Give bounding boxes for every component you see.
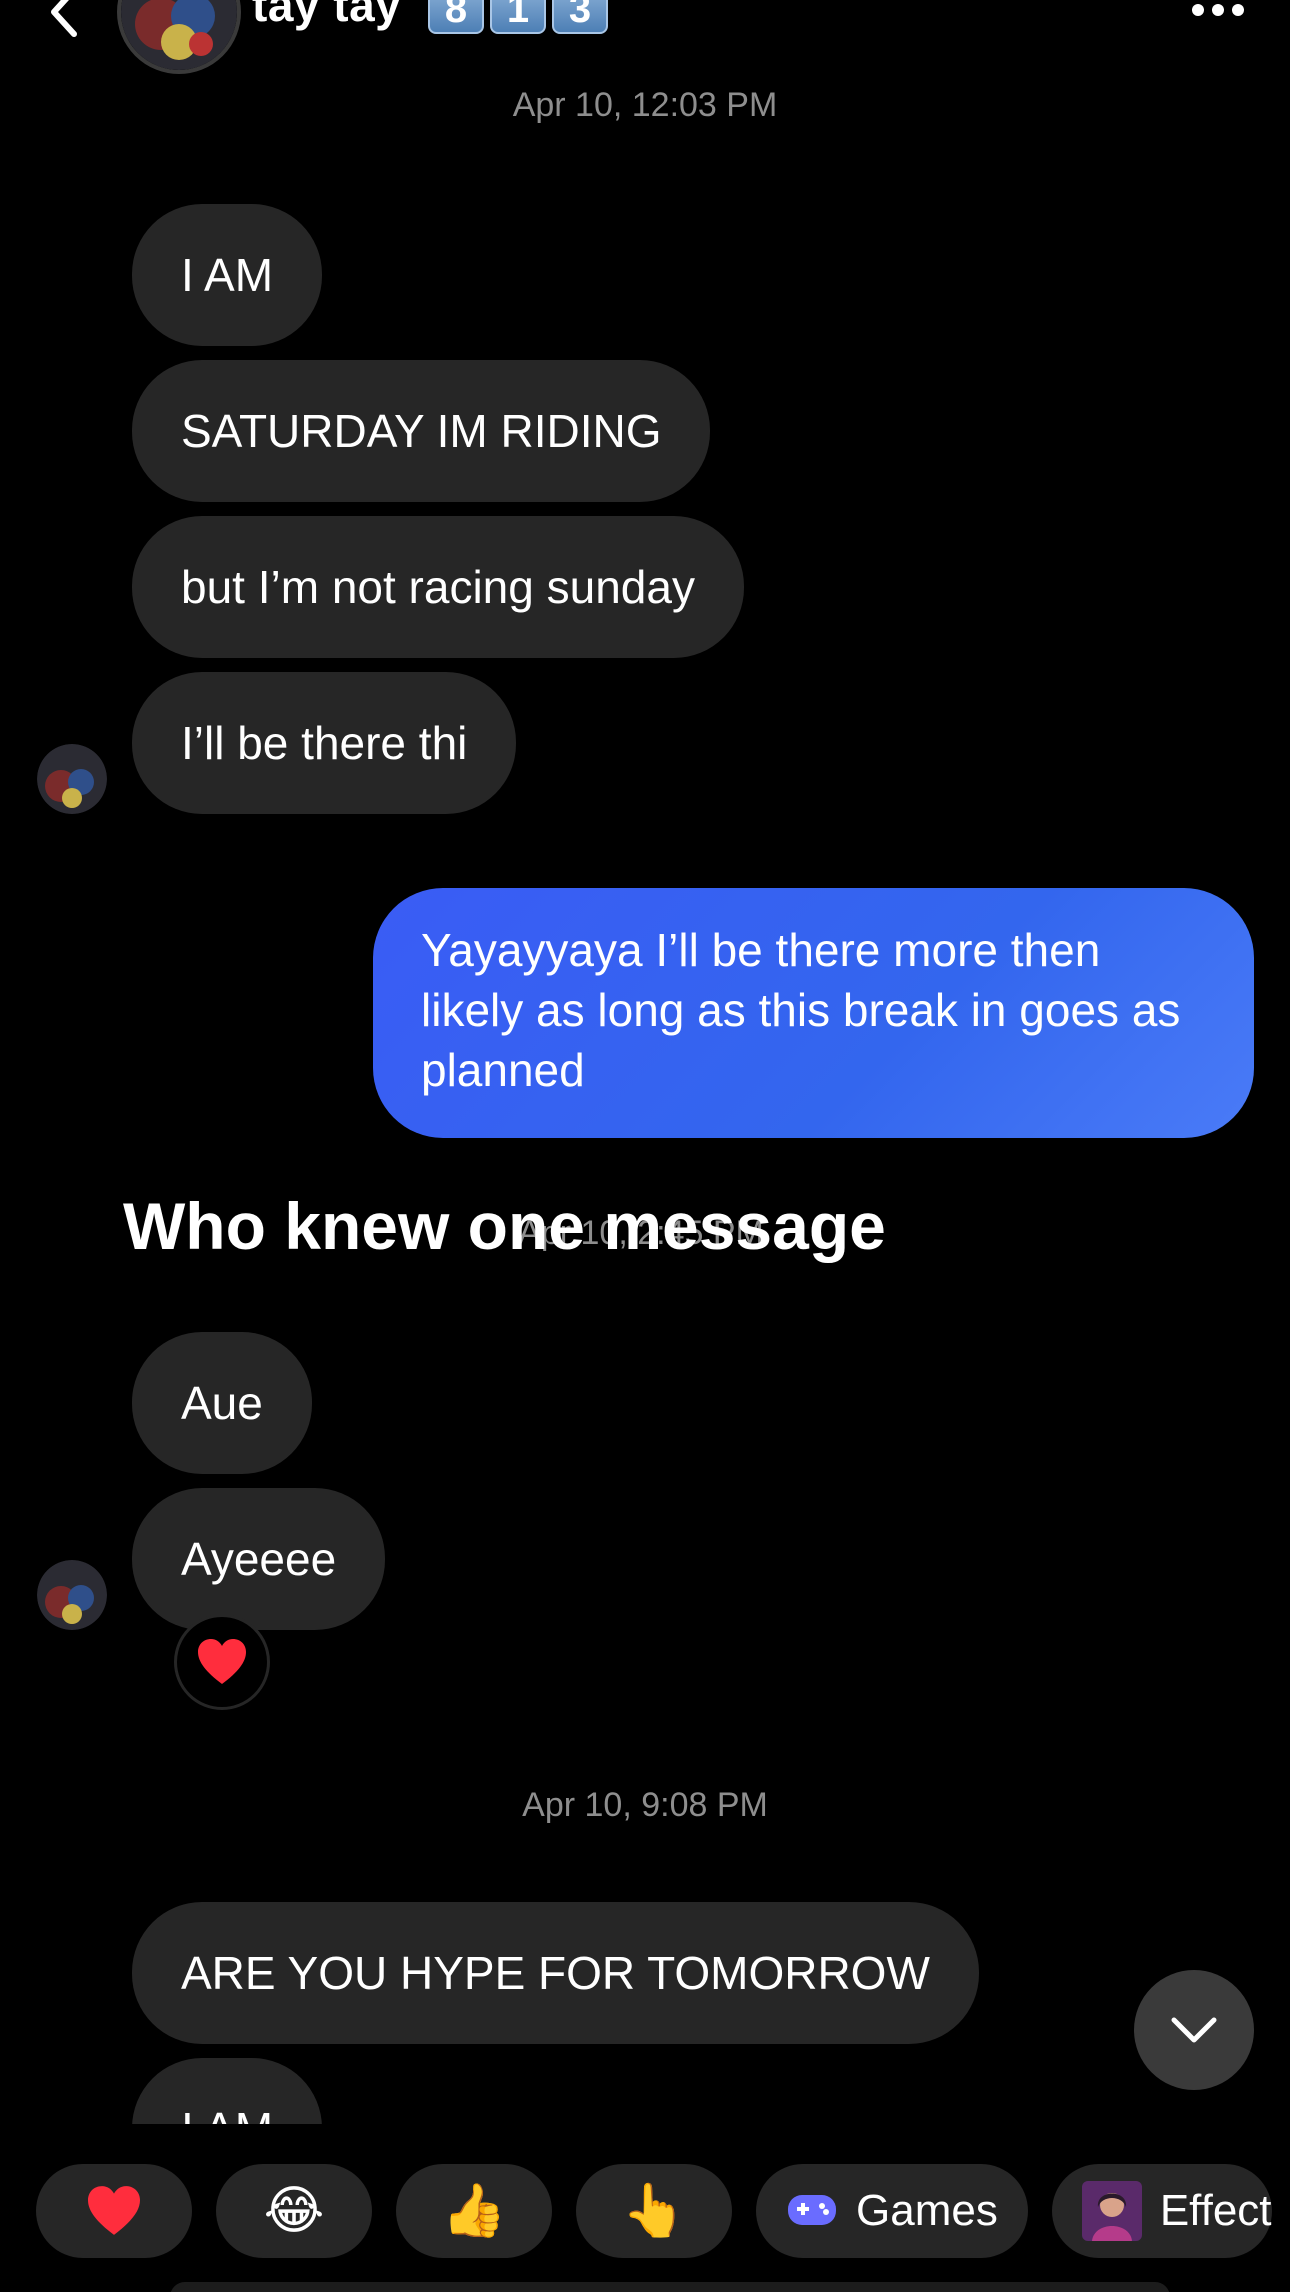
overlay-caption: Who knew one message <box>123 1189 886 1263</box>
received-message[interactable]: SATURDAY IM RIDING <box>132 360 711 502</box>
quick-reply-laugh[interactable]: 😂 <box>216 2164 372 2258</box>
received-message[interactable]: Ayeeee <box>132 1488 386 1630</box>
quick-reply-heart[interactable] <box>36 2164 192 2258</box>
thread-timestamp: Apr 10, 9:08 PM <box>522 1786 768 1824</box>
keycap-badge: 1 <box>490 0 546 34</box>
pointing-up-emoji-icon: 👆 <box>621 2182 687 2240</box>
thumbs-up-emoji-icon: 👍 <box>441 2182 507 2240</box>
more-options-icon[interactable] <box>1186 0 1250 20</box>
gamepad-icon <box>788 2195 836 2225</box>
received-message[interactable]: Aue <box>132 1332 312 1474</box>
keycap-badge: 8 <box>428 0 484 34</box>
received-message[interactable]: I’ll be there thi <box>132 672 517 814</box>
received-message[interactable]: but I’m not racing sunday <box>132 516 744 658</box>
heart-reaction[interactable] <box>174 1614 270 1710</box>
heart-icon <box>88 2186 140 2235</box>
dm-thread-screen: tay tay 8 1 3 Apr 10, 12:03 PM I AM SATU… <box>0 0 1290 2292</box>
chevron-down-icon <box>1171 2017 1217 2043</box>
received-message[interactable]: ARE YOU HYPE FOR TOMORROW <box>132 1902 979 2044</box>
received-message[interactable]: I AM <box>132 204 323 346</box>
back-chevron-icon <box>51 0 77 37</box>
effect-label: Effect <box>1159 2186 1272 2235</box>
quick-reply-thumbs-up[interactable]: 👍 <box>396 2164 552 2258</box>
games-button[interactable]: Games <box>756 2164 1028 2258</box>
quick-reply-point-up[interactable]: 👆 <box>576 2164 732 2258</box>
avatar-image <box>121 0 237 70</box>
sent-message[interactable]: Yayayyaya I’ll be there more then likely… <box>373 888 1254 1138</box>
quick-reply-bar: 😂 👍 👆 Games Effect <box>36 2164 1272 2258</box>
contact-avatar[interactable] <box>117 0 241 74</box>
back-button[interactable] <box>40 0 90 42</box>
contact-name[interactable]: tay tay <box>252 0 401 28</box>
effects-button[interactable]: Effect <box>1051 2164 1272 2258</box>
thread-header: tay tay 8 1 3 <box>0 0 1290 74</box>
avatar-image <box>37 1560 107 1630</box>
thread-timestamp: Apr 10, 12:03 PM <box>512 86 778 124</box>
heart-icon <box>198 1639 246 1684</box>
sender-avatar[interactable] <box>37 744 107 814</box>
message-composer[interactable] <box>170 2282 1170 2292</box>
scroll-to-bottom-button[interactable] <box>1134 1970 1254 2090</box>
games-label: Games <box>856 2186 998 2235</box>
effect-thumbnail-icon <box>1081 2181 1142 2241</box>
avatar-image <box>37 744 107 814</box>
name-emoji-badges: 8 1 3 <box>428 0 608 34</box>
keycap-badge: 3 <box>552 0 608 34</box>
sender-avatar[interactable] <box>37 1560 107 1630</box>
laughing-emoji-icon: 😂 <box>263 2182 325 2240</box>
